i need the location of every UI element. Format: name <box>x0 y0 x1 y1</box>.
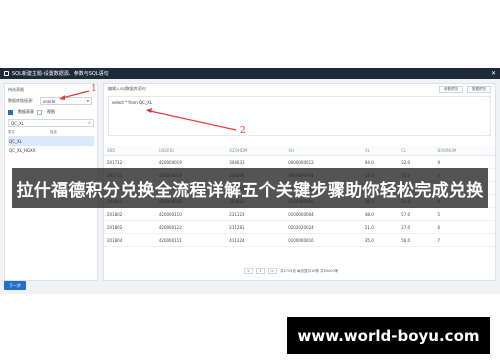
title-banner: 拉什福德积分兑换全流程详解五个关键步骤助你轻松完成兑换 <box>12 168 488 208</box>
table-row[interactable]: 201804 420000111 411324 0100000016 35.0 56.0 7 <box>104 233 495 247</box>
table-cell: 201802 <box>104 220 156 234</box>
search-value: QC_XL <box>11 120 24 126</box>
col-table-desc: 描述 <box>50 130 57 134</box>
screenshot-stage: SQL新建主题-设置数据源、参数与SQL语句 ✕ 待选表格 数据库链接源: or… <box>0 0 500 362</box>
column-header: XH <box>285 146 362 156</box>
column-header: SBD <box>104 146 156 156</box>
table-row[interactable]: 201802 420000122 211281 0202020024 21.0 27.0 6 <box>104 220 495 234</box>
app-icon <box>4 71 9 76</box>
column-header: BXWNUM <box>434 146 495 156</box>
watermark-url: www.world-boyu.com <box>287 317 490 354</box>
table-cell: 201804 <box>104 233 156 247</box>
banner-text: 拉什福德积分兑换全流程详解五个关键步骤助你轻松完成兑换 <box>16 180 484 201</box>
sql-editor-title: 编辑入sql数据库语句 <box>108 86 146 91</box>
table-cell: 7 <box>434 233 495 247</box>
table-row[interactable]: 201802 420000110 231123 0100000004 48.0 57.0 5 <box>104 207 495 221</box>
column-header: USERID <box>155 146 227 156</box>
table-cell: 0100000004 <box>285 207 362 221</box>
source-label: 数据库链接源: <box>8 98 34 103</box>
table-cell: 304633 <box>226 155 286 169</box>
annotation-number-2: 2 <box>240 126 246 136</box>
table-cell: 35.0 <box>361 233 399 247</box>
column-header: XL <box>361 146 399 156</box>
param-preview-button[interactable]: 参数预览 <box>439 85 463 93</box>
table-cell: 420000019 <box>155 155 227 169</box>
table-list-header: 表名 描述 <box>8 130 94 137</box>
table-cell: 32.0 <box>398 155 435 169</box>
title-bar: SQL新建主题-设置数据源、参数与SQL语句 ✕ <box>0 68 500 79</box>
table-cell: 201802 <box>104 207 156 221</box>
table-cell: 420000111 <box>155 233 227 247</box>
db-table-checkbox[interactable] <box>8 109 13 115</box>
table-cell: 94.0 <box>361 155 399 169</box>
table-cell: 411324 <box>226 233 286 247</box>
view-checkbox[interactable] <box>37 109 42 115</box>
db-table-checkbox-label: 数据表表 <box>18 109 34 114</box>
table-cell: 0202020024 <box>285 220 362 234</box>
column-header: CL <box>398 146 435 156</box>
search-icon[interactable]: ⌕ <box>88 120 91 126</box>
table-cell: 0100000016 <box>285 233 362 247</box>
table-cell: 57.0 <box>398 207 435 221</box>
pagination: < 1 > 共4753页 每页显示10条 共50000条 <box>244 268 338 274</box>
table-list-item[interactable]: QC_XL_HGXX <box>8 146 94 155</box>
table-cell: 420000122 <box>155 220 227 234</box>
table-cell: 6 <box>434 220 495 234</box>
filter-checkboxes: 数据表表 视图 <box>8 109 94 115</box>
table-cell: 201712 <box>104 155 156 169</box>
sql-editor[interactable]: select * from QC_XL <box>108 96 491 136</box>
table-list-item[interactable]: QC_XL <box>8 137 94 146</box>
table-cell: 48.0 <box>361 207 399 221</box>
column-header: XZQHDM <box>226 146 286 156</box>
table-cell: 9 <box>434 155 495 169</box>
sql-editor-header: 编辑入sql数据库语句 参数预览 数据预览 <box>104 84 495 94</box>
table-cell: 420000110 <box>155 207 227 221</box>
col-table-name: 表名 <box>8 130 15 134</box>
data-preview-button[interactable]: 数据预览 <box>467 85 491 93</box>
source-row: 数据库链接源: oracle ▼ <box>8 97 94 105</box>
source-value: oracle <box>43 98 56 104</box>
pagination-info: 共4753页 每页显示10条 共50000条 <box>280 268 339 273</box>
table-cell: 5 <box>434 207 495 221</box>
close-icon[interactable]: ✕ <box>491 70 496 77</box>
table-cell: 56.0 <box>398 233 435 247</box>
view-checkbox-label: 视图 <box>47 109 55 114</box>
table-cell: 21.0 <box>361 220 399 234</box>
chevron-down-icon: ▼ <box>86 99 89 103</box>
prev-page-button[interactable]: < <box>244 268 253 274</box>
table-header-row: SBD USERID XZQHDM XH XL CL BXWNUM <box>104 146 495 156</box>
annotation-number-1: 1 <box>91 84 97 94</box>
page-number-input[interactable]: 1 <box>256 268 265 274</box>
source-select[interactable]: oracle ▼ <box>40 97 92 105</box>
table-cell: 0000000012 <box>285 155 362 169</box>
table-cell: 27.0 <box>398 220 435 234</box>
table-cell: 231123 <box>226 207 286 221</box>
next-page-button[interactable]: > <box>268 268 277 274</box>
table-cell: 211281 <box>226 220 286 234</box>
next-step-button[interactable]: 下一步 <box>4 281 26 290</box>
left-section-title: 待选表格 <box>8 87 24 92</box>
table-row[interactable]: 201712 420000019 304633 0000000012 94.0 32.0 9 <box>104 155 495 169</box>
window-title: SQL新建主题-设置数据源、参数与SQL语句 <box>12 71 109 77</box>
table-search-input[interactable]: QC_XL ⌕ <box>8 119 94 127</box>
